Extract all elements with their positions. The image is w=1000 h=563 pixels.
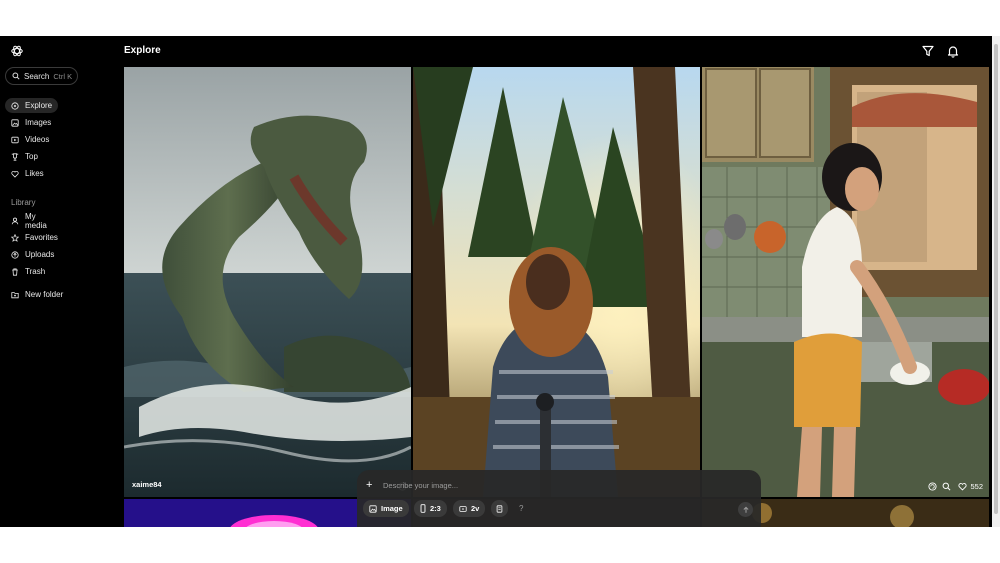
nav-item-label: Images [25, 118, 52, 127]
remix-button[interactable] [928, 482, 937, 491]
nav-item-label: Top [25, 152, 38, 161]
nav-item-label: Uploads [25, 250, 55, 259]
bell-icon[interactable] [946, 44, 960, 58]
video-icon [11, 136, 19, 143]
nav-item-label: My media [25, 211, 47, 230]
nav-item-label: Likes [25, 169, 44, 178]
nav-item-label: Videos [25, 135, 50, 144]
new-folder-button[interactable]: New folder [5, 287, 75, 302]
help-button[interactable]: ? [519, 504, 523, 513]
aspect-ratio-icon [420, 504, 426, 513]
filter-icon[interactable] [921, 44, 935, 58]
image-icon [369, 504, 377, 513]
feed-card-username[interactable]: xaime84 [132, 480, 162, 489]
page-title: Explore [124, 45, 161, 56]
nav-item-likes[interactable]: Likes [5, 166, 58, 181]
nav-item-label: Explore [25, 101, 53, 110]
document-icon [496, 504, 503, 513]
variants-selector[interactable]: 2v [453, 500, 486, 517]
nav-item-favorites[interactable]: Favorites [5, 230, 58, 245]
compass-icon [11, 101, 19, 110]
trash-icon [12, 268, 18, 276]
nav-item-trash[interactable]: Trash [5, 264, 58, 279]
trophy-icon [11, 152, 19, 161]
image-icon [11, 118, 19, 127]
sidebar: Search Ctrl K Explore Images Videos Top … [0, 36, 118, 527]
add-attachment-button[interactable]: + [366, 479, 372, 491]
nav-item-images[interactable]: Images [5, 115, 58, 130]
app-window: Search Ctrl K Explore Images Videos Top … [0, 36, 1000, 527]
feed-card-bigfoot[interactable] [413, 67, 700, 497]
star-icon [11, 233, 19, 242]
search-button[interactable]: Search Ctrl K [5, 67, 78, 85]
aspect-ratio-label: 2:3 [430, 504, 441, 513]
feed-image[interactable] [413, 67, 700, 497]
feed-card-serpent[interactable]: xaime84 [124, 67, 411, 497]
nav-item-uploads[interactable]: Uploads [5, 247, 58, 262]
aspect-ratio-selector[interactable]: 2:3 [414, 500, 447, 517]
variants-label: 2v [471, 504, 480, 513]
heart-icon [11, 170, 19, 178]
remix-icon [928, 482, 937, 491]
search-shortcut: Ctrl K [53, 71, 73, 81]
feed-card-kitchen[interactable]: 552 [702, 67, 989, 497]
feed-image[interactable] [702, 67, 989, 497]
prompt-input[interactable] [383, 478, 723, 492]
scrollbar[interactable] [992, 36, 1000, 527]
preset-button[interactable] [491, 500, 508, 517]
arrow-up-icon [742, 506, 749, 513]
scrollbar-thumb[interactable] [994, 44, 998, 514]
mode-selector[interactable]: Image [363, 500, 409, 517]
user-icon [11, 217, 19, 224]
nav-item-videos[interactable]: Videos [5, 132, 58, 147]
feed-image[interactable] [124, 67, 411, 497]
search-icon [12, 72, 20, 80]
nav-item-label: Trash [25, 267, 46, 276]
send-button[interactable] [738, 502, 753, 517]
nav-item-label: Favorites [25, 233, 58, 242]
search-icon [942, 482, 951, 491]
nav-item-my-media[interactable]: My media [5, 211, 58, 230]
upload-icon [11, 250, 19, 259]
prompt-composer: + Image 2:3 2v ? [357, 470, 761, 527]
like-count: 552 [970, 482, 983, 491]
app-logo-icon[interactable] [10, 44, 24, 58]
library-heading: Library [11, 198, 36, 207]
new-folder-label: New folder [25, 290, 64, 299]
variants-icon [459, 505, 467, 512]
nav-item-explore[interactable]: Explore [5, 98, 58, 113]
heart-icon [958, 483, 968, 491]
search-similar-button[interactable] [942, 482, 951, 491]
like-button[interactable]: 552 [958, 482, 983, 491]
nav-item-top[interactable]: Top [5, 149, 58, 164]
search-label: Search [24, 71, 50, 81]
mode-label: Image [381, 504, 403, 513]
folder-plus-icon [11, 291, 19, 298]
